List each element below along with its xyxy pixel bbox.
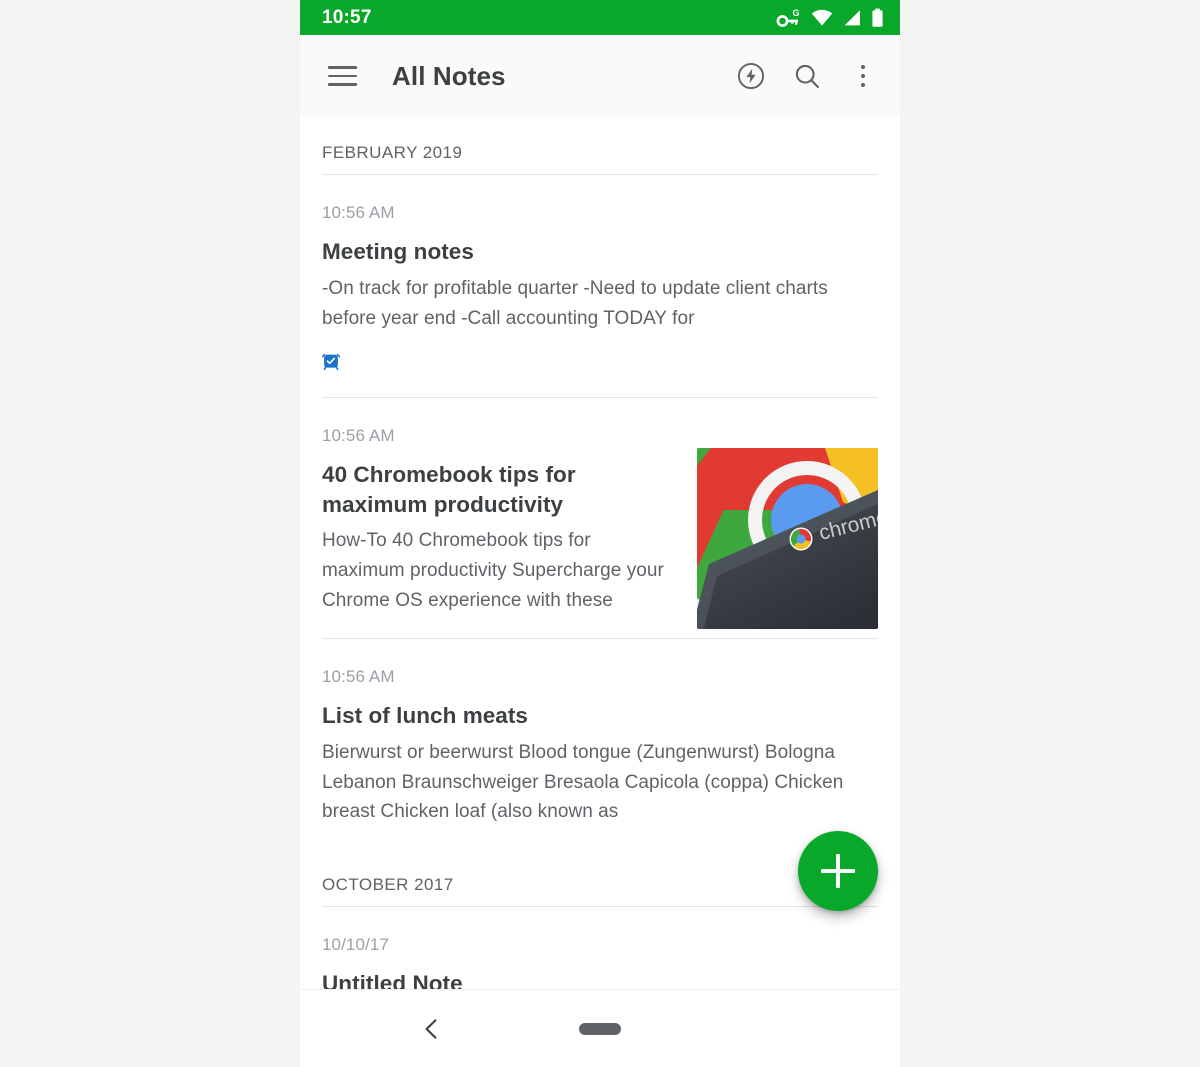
note-snippet: -On track for profitable quarter -Need t… [322,277,828,329]
add-note-fab[interactable] [798,831,878,911]
back-button[interactable] [410,1007,454,1051]
status-bar: 10:57 G [300,0,900,35]
note-title: List of lunch meats [322,702,528,728]
hamburger-menu-icon[interactable] [322,56,362,96]
note-list-item[interactable]: 10:56 AM List of lunch meats Bierwurst o… [300,639,900,849]
plus-icon-vertical [836,854,840,888]
svg-text:G: G [793,8,800,18]
home-gesture-pill[interactable] [579,1022,621,1035]
search-icon[interactable] [782,51,832,101]
alarm-clock-icon [321,352,341,375]
overflow-menu-icon[interactable] [838,51,888,101]
note-title: 40 Chromebook tips for maximum productiv… [322,461,576,517]
status-bar-clock: 10:57 [322,6,372,28]
wifi-icon [811,9,833,27]
note-list-item[interactable]: 10/10/17 Untitled Note [300,907,900,997]
status-bar-icons: G [776,8,884,28]
note-list-item[interactable]: 10:56 AM Meeting notes -On track for pro… [300,175,900,397]
system-navigation-bar [300,989,900,1067]
note-content: 10:56 AM List of lunch meats Bierwurst o… [322,667,878,827]
note-title: Meeting notes [322,239,474,264]
cellular-signal-icon [842,9,862,27]
note-snippet: How-To 40 Chromebook tips for maximum pr… [322,530,664,612]
note-snippet: Bierwurst or beerwurst Blood tongue (Zun… [322,741,844,823]
battery-icon [871,8,884,28]
note-content: 10:56 AM Meeting notes -On track for pro… [321,203,878,375]
notes-list[interactable]: FEBRUARY 2019 10:56 AM Meeting notes -On… [300,117,900,997]
note-content: 10/10/17 Untitled Note [322,935,878,997]
note-list-item[interactable]: 10:56 AM 40 Chromebook tips for maximum … [300,398,900,638]
sync-flash-icon[interactable] [726,51,776,101]
note-timestamp: 10:56 AM [322,666,395,686]
chromebook-thumbnail[interactable]: chrome [697,447,878,629]
section-header-0: FEBRUARY 2019 [322,143,463,162]
phone-screen: 10:57 G All Notes FEBRUARY 2019 10:56 AM… [300,0,900,1067]
note-timestamp: 10:56 AM [322,425,395,445]
note-reminder-row [321,352,878,375]
vpn-key-icon: G [776,8,802,28]
note-timestamp: 10/10/17 [322,935,389,955]
app-toolbar: All Notes [300,35,900,117]
page-title: All Notes [392,60,506,91]
note-timestamp: 10:56 AM [322,203,395,222]
toolbar-actions [726,51,888,101]
